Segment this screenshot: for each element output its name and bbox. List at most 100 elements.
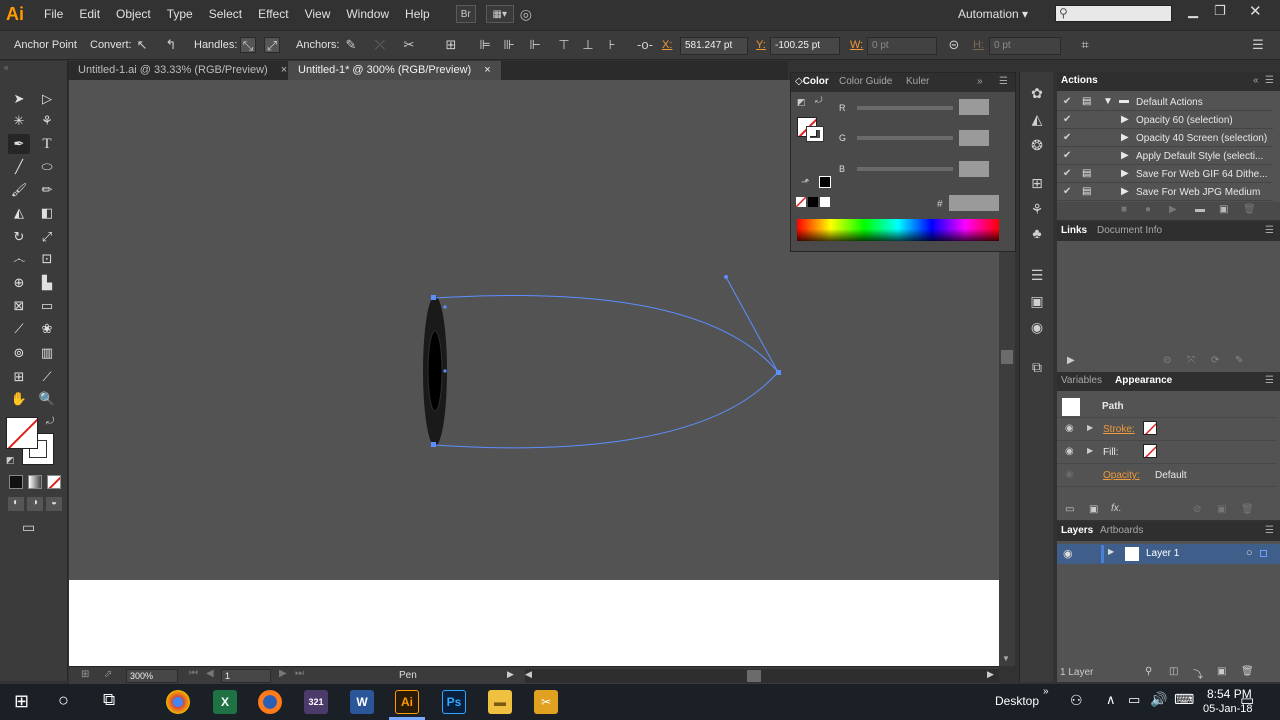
handle-point[interactable] bbox=[724, 275, 728, 279]
action-row[interactable]: ✔ ▶ Opacity 60 (selection) bbox=[1057, 112, 1273, 129]
gradient-icon[interactable]: ▣ bbox=[1028, 292, 1046, 310]
cut-path-icon[interactable]: ✂ bbox=[401, 37, 417, 53]
align-top-icon[interactable]: ⊤ bbox=[556, 37, 572, 53]
tab-color[interactable]: ◇Color bbox=[795, 76, 829, 87]
new-sublayer-icon[interactable]: ⤵ bbox=[1193, 666, 1203, 681]
delete-icon[interactable]: 🗑 bbox=[1243, 204, 1256, 215]
word-icon[interactable]: W bbox=[350, 690, 374, 714]
action-row[interactable]: ✔ ▶ Opacity 40 Screen (selection) bbox=[1057, 130, 1273, 147]
expand-icon[interactable]: ▶ bbox=[1121, 150, 1129, 161]
toolbar-overflow-icon[interactable]: » bbox=[1043, 686, 1049, 697]
people-icon[interactable]: ⚇ bbox=[1070, 692, 1083, 709]
expand-icon[interactable]: ▶ bbox=[1087, 446, 1093, 455]
menu-file[interactable]: File bbox=[36, 0, 71, 28]
chrome-icon[interactable] bbox=[166, 690, 190, 714]
tab-kuler[interactable]: Kuler bbox=[906, 76, 929, 87]
expand-icon[interactable]: ▶ bbox=[1121, 168, 1129, 179]
visibility-eye-icon[interactable]: ◉ bbox=[1065, 423, 1074, 434]
perspective-grid-tool-icon[interactable]: ▙ bbox=[36, 273, 58, 293]
tab-untitled-active[interactable]: Untitled-1* @ 300% (RGB/Preview) × bbox=[288, 61, 501, 80]
locate-object-icon[interactable]: ⚲ bbox=[1145, 666, 1152, 677]
toggle-check-icon[interactable]: ✔ bbox=[1063, 132, 1071, 143]
minimize-icon[interactable]: ▁ bbox=[1188, 3, 1198, 19]
anchor-point[interactable] bbox=[431, 295, 436, 300]
hex-field[interactable] bbox=[949, 195, 999, 211]
rotate-tool-icon[interactable]: ↻ bbox=[8, 227, 30, 247]
zoom-tool-icon[interactable]: 🔍 bbox=[36, 389, 58, 409]
anchor-point[interactable] bbox=[431, 442, 436, 447]
add-effect-button[interactable]: fx. bbox=[1111, 503, 1122, 514]
fill-attribute-label[interactable]: Fill: bbox=[1103, 447, 1119, 458]
show-hidden-icons-icon[interactable]: ∧ bbox=[1106, 692, 1116, 708]
black-color-swatch[interactable] bbox=[808, 197, 818, 207]
panel-menu-icon[interactable]: ☰ bbox=[999, 76, 1008, 87]
volume-icon[interactable]: 🔊 bbox=[1150, 691, 1167, 708]
scroll-down-icon[interactable]: ▼ bbox=[1002, 654, 1010, 663]
gradient-mode-icon[interactable] bbox=[28, 475, 42, 489]
selected-path[interactable] bbox=[433, 295, 779, 449]
visibility-eye-icon[interactable]: ◉ bbox=[1065, 446, 1074, 457]
action-set-row[interactable]: ✔ ▤ ▼ ▬ Default Actions bbox=[1057, 94, 1273, 111]
toggle-check-icon[interactable]: ✔ bbox=[1063, 114, 1071, 125]
screen-mode-icon[interactable]: ▭ bbox=[22, 519, 35, 536]
g-value-field[interactable] bbox=[959, 130, 989, 146]
menu-type[interactable]: Type bbox=[159, 0, 201, 28]
bridge-button[interactable]: Br bbox=[455, 5, 476, 23]
add-stroke-icon[interactable]: ▭ bbox=[1065, 504, 1074, 515]
hand-tool-icon[interactable]: ✋ bbox=[8, 389, 30, 409]
menu-select[interactable]: Select bbox=[201, 0, 250, 28]
convert-corner-icon[interactable]: ↖ bbox=[134, 37, 150, 53]
default-colors-icon[interactable]: ◩ bbox=[797, 97, 806, 108]
line-tool-icon[interactable]: ╱ bbox=[8, 157, 30, 177]
snipping-tool-icon[interactable]: ✂ bbox=[534, 690, 558, 714]
panel-menu-icon[interactable]: ☰ bbox=[1265, 375, 1274, 386]
draw-behind-icon[interactable]: ◑ bbox=[27, 497, 43, 511]
pen-tool-icon[interactable]: ✒ bbox=[8, 134, 30, 154]
b-slider[interactable] bbox=[857, 167, 953, 171]
expand-icon[interactable]: ▶ bbox=[1121, 114, 1129, 125]
close-tab-icon[interactable]: × bbox=[281, 64, 287, 76]
toggle-check-icon[interactable]: ✔ bbox=[1063, 150, 1071, 161]
scroll-left-icon[interactable]: ◀ bbox=[525, 669, 532, 680]
menu-view[interactable]: View bbox=[297, 0, 339, 28]
draw-inside-icon[interactable]: ◒ bbox=[46, 497, 62, 511]
scroll-right-icon[interactable]: ▶ bbox=[987, 669, 994, 680]
clear-appearance-icon[interactable]: ⊘ bbox=[1193, 504, 1201, 515]
update-link-icon[interactable]: ⟳ bbox=[1211, 355, 1219, 366]
direct-selection-tool-icon[interactable]: ▷ bbox=[36, 89, 58, 109]
dialog-toggle-icon[interactable]: ▤ bbox=[1082, 186, 1091, 197]
stop-icon[interactable]: ■ bbox=[1121, 204, 1127, 215]
status-menu-icon[interactable]: ▶ bbox=[507, 669, 514, 680]
go-to-link-icon[interactable]: ⤧ bbox=[1187, 355, 1195, 366]
none-color-swatch[interactable] bbox=[796, 197, 806, 207]
firefox-icon[interactable] bbox=[258, 690, 282, 714]
symbols-icon[interactable]: ♣ bbox=[1028, 224, 1046, 242]
y-field[interactable]: -100.25 pt bbox=[770, 37, 840, 55]
eraser-tool-icon[interactable]: ◧ bbox=[36, 203, 58, 223]
lasso-tool-icon[interactable]: ⚘ bbox=[36, 111, 58, 131]
cortana-icon[interactable]: ○ bbox=[58, 690, 69, 711]
tab-untitled-ai[interactable]: Untitled-1.ai @ 33.33% (RGB/Preview) × bbox=[68, 61, 297, 80]
blob-brush-tool-icon[interactable]: ◭ bbox=[8, 203, 30, 223]
convert-smooth-icon[interactable]: ↰ bbox=[163, 37, 179, 53]
handle-point[interactable] bbox=[443, 305, 447, 309]
stroke-none-swatch[interactable] bbox=[1143, 421, 1157, 435]
color-mode-icon[interactable] bbox=[9, 475, 23, 489]
workspace-switcher[interactable]: Automation ▾ bbox=[950, 0, 1036, 28]
delete-item-icon[interactable]: 🗑 bbox=[1241, 504, 1254, 515]
hscroll-thumb[interactable] bbox=[747, 670, 761, 682]
expand-icon[interactable]: ▶ bbox=[1087, 423, 1093, 432]
action-row[interactable]: ✔ ▤ ▶ Save For Web JPG Medium bbox=[1057, 184, 1273, 201]
delete-layer-icon[interactable]: 🗑 bbox=[1241, 666, 1254, 677]
anchor-point[interactable] bbox=[776, 370, 781, 375]
menu-edit[interactable]: Edit bbox=[71, 0, 108, 28]
transform-bounds-icon[interactable]: ⌗ bbox=[1077, 37, 1093, 53]
align-middle-icon[interactable]: ⊥ bbox=[580, 37, 596, 53]
restore-icon[interactable]: ❐ bbox=[1214, 3, 1226, 19]
swatches-icon[interactable]: ⊞ bbox=[1028, 174, 1046, 192]
opacity-attribute-label[interactable]: Opacity: bbox=[1103, 470, 1140, 481]
color-guide-icon[interactable]: ◭ bbox=[1028, 110, 1046, 128]
appearance-opacity-row[interactable]: ◉ Opacity: Default bbox=[1057, 464, 1277, 487]
tab-appearance[interactable]: Appearance bbox=[1115, 375, 1172, 386]
artboard-nav-icon[interactable]: ⊞ bbox=[81, 669, 89, 680]
